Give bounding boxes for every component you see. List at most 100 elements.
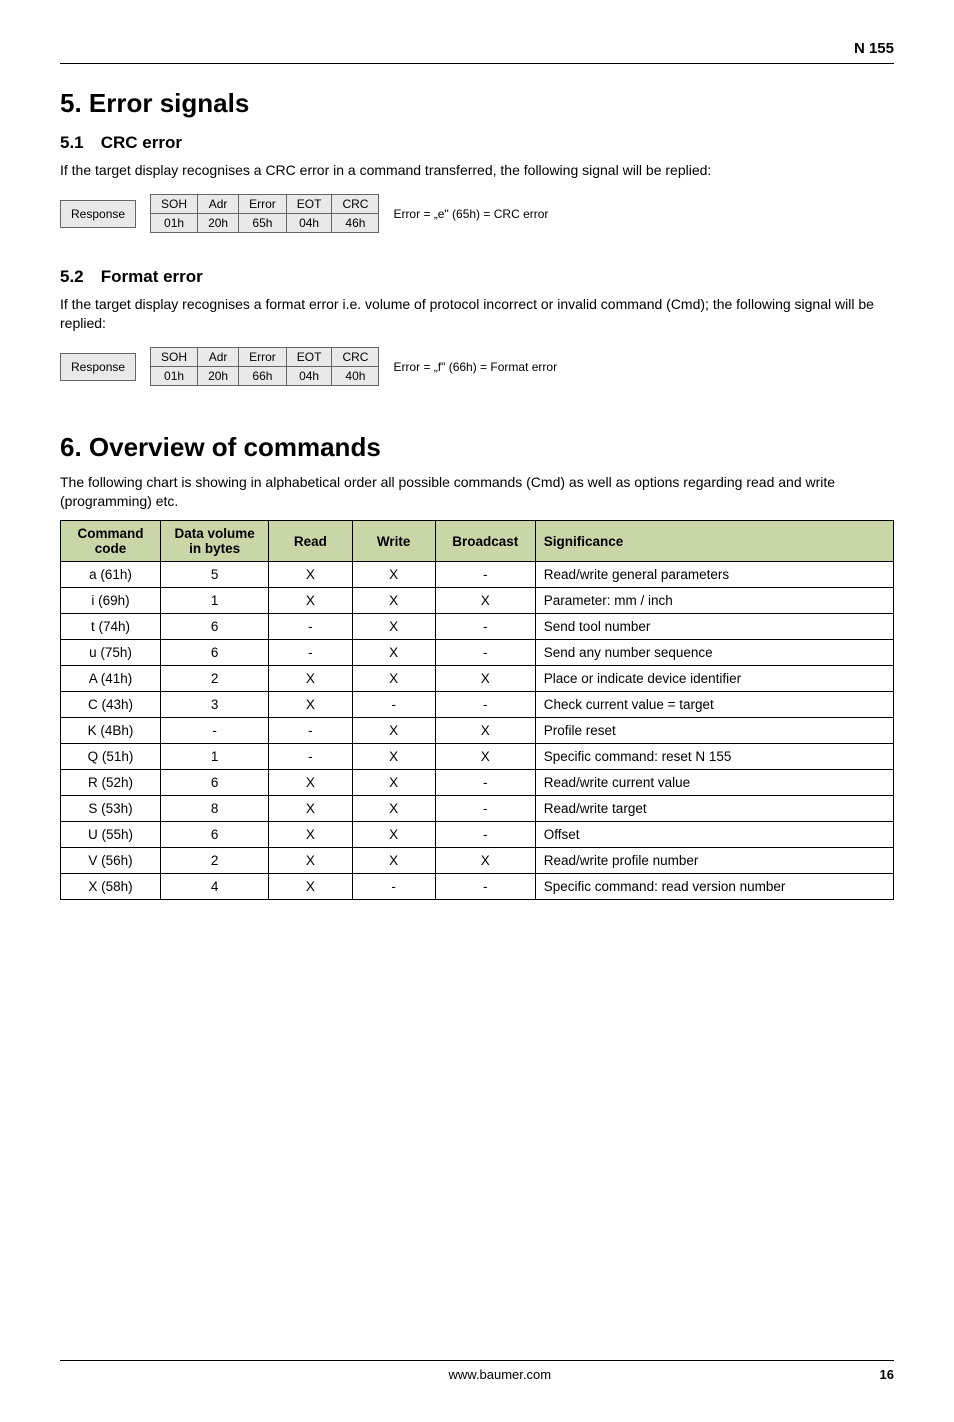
cell-r: X <box>269 692 352 718</box>
val-error: 66h <box>239 366 287 385</box>
col-error: Error <box>239 194 287 213</box>
cell-sig: Check current value = target <box>535 692 893 718</box>
section52-heading: 5.2 Format error <box>60 267 894 287</box>
cell-cmd: X (58h) <box>61 874 161 900</box>
col-soh: SOH <box>151 347 198 366</box>
section51-num: 5.1 <box>60 133 96 153</box>
val-crc: 46h <box>332 213 379 232</box>
footer-page: 16 <box>880 1367 894 1382</box>
table-row: Q (51h)1-XXSpecific command: reset N 155 <box>61 744 894 770</box>
cell-w: X <box>352 822 435 848</box>
val-soh: 01h <box>151 366 198 385</box>
cell-r: X <box>269 666 352 692</box>
col-crc: CRC <box>332 347 379 366</box>
cell-r: - <box>269 640 352 666</box>
commands-table: Command code Data volume in bytes Read W… <box>60 520 894 900</box>
cell-r: X <box>269 848 352 874</box>
col-eot: EOT <box>286 194 332 213</box>
cell-dv: 8 <box>160 796 268 822</box>
val-adr: 20h <box>198 366 239 385</box>
cell-sig: Specific command: reset N 155 <box>535 744 893 770</box>
cell-dv: 6 <box>160 770 268 796</box>
cell-w: - <box>352 692 435 718</box>
cell-cmd: V (56h) <box>61 848 161 874</box>
th-command: Command code <box>61 521 161 562</box>
doc-code: N 155 <box>60 40 894 64</box>
cell-w: X <box>352 770 435 796</box>
cell-dv: 6 <box>160 822 268 848</box>
cell-sig: Read/write current value <box>535 770 893 796</box>
cell-cmd: Q (51h) <box>61 744 161 770</box>
response-table-52: SOH Adr Error EOT CRC 01h 20h 66h 04h 40… <box>150 347 379 386</box>
response-label-51: Response <box>60 200 136 228</box>
cell-dv: 2 <box>160 666 268 692</box>
cell-sig: Read/write target <box>535 796 893 822</box>
cell-w: X <box>352 718 435 744</box>
cell-dv: 2 <box>160 848 268 874</box>
cell-cmd: U (55h) <box>61 822 161 848</box>
cell-dv: - <box>160 718 268 744</box>
col-soh: SOH <box>151 194 198 213</box>
cell-b: - <box>435 614 535 640</box>
cell-sig: Read/write general parameters <box>535 562 893 588</box>
table-row: S (53h)8XX-Read/write target <box>61 796 894 822</box>
val-adr: 20h <box>198 213 239 232</box>
table-row: A (41h)2XXXPlace or indicate device iden… <box>61 666 894 692</box>
cell-r: - <box>269 614 352 640</box>
col-crc: CRC <box>332 194 379 213</box>
cell-r: - <box>269 744 352 770</box>
cell-r: - <box>269 718 352 744</box>
response-note-51: Error = „e" (65h) = CRC error <box>393 207 548 221</box>
cell-sig: Specific command: read version number <box>535 874 893 900</box>
cell-cmd: u (75h) <box>61 640 161 666</box>
val-crc: 40h <box>332 366 379 385</box>
cell-sig: Place or indicate device identifier <box>535 666 893 692</box>
section6-title: 6. Overview of commands <box>60 432 894 463</box>
cell-w: X <box>352 614 435 640</box>
cell-b: X <box>435 588 535 614</box>
response-note-52: Error = „f" (66h) = Format error <box>393 360 557 374</box>
cell-cmd: R (52h) <box>61 770 161 796</box>
cell-b: X <box>435 666 535 692</box>
cell-w: X <box>352 562 435 588</box>
col-adr: Adr <box>198 347 239 366</box>
th-broadcast: Broadcast <box>435 521 535 562</box>
table-row: a (61h)5XX-Read/write general parameters <box>61 562 894 588</box>
table-row: V (56h)2XXXRead/write profile number <box>61 848 894 874</box>
cell-r: X <box>269 588 352 614</box>
page-footer: www.baumer.com 16 <box>60 1360 894 1382</box>
cell-cmd: C (43h) <box>61 692 161 718</box>
cell-w: - <box>352 874 435 900</box>
cell-b: - <box>435 562 535 588</box>
table-row: R (52h)6XX-Read/write current value <box>61 770 894 796</box>
table-row: t (74h)6-X-Send tool number <box>61 614 894 640</box>
cell-w: X <box>352 848 435 874</box>
cell-r: X <box>269 796 352 822</box>
section6-intro: The following chart is showing in alphab… <box>60 473 894 511</box>
cell-b: X <box>435 848 535 874</box>
col-eot: EOT <box>286 347 332 366</box>
response-label-52: Response <box>60 353 136 381</box>
cell-b: - <box>435 640 535 666</box>
cell-b: - <box>435 692 535 718</box>
cell-dv: 6 <box>160 640 268 666</box>
cell-b: - <box>435 874 535 900</box>
table-row: K (4Bh)--XXProfile reset <box>61 718 894 744</box>
cell-w: X <box>352 666 435 692</box>
cell-dv: 4 <box>160 874 268 900</box>
cell-b: - <box>435 770 535 796</box>
table-row: X (58h)4X--Specific command: read versio… <box>61 874 894 900</box>
cell-cmd: K (4Bh) <box>61 718 161 744</box>
cell-r: X <box>269 874 352 900</box>
cell-cmd: i (69h) <box>61 588 161 614</box>
cell-dv: 1 <box>160 744 268 770</box>
section52-num: 5.2 <box>60 267 96 287</box>
cell-w: X <box>352 796 435 822</box>
cell-sig: Profile reset <box>535 718 893 744</box>
val-soh: 01h <box>151 213 198 232</box>
cell-dv: 1 <box>160 588 268 614</box>
col-error: Error <box>239 347 287 366</box>
th-significance: Significance <box>535 521 893 562</box>
cell-r: X <box>269 562 352 588</box>
cell-r: X <box>269 770 352 796</box>
